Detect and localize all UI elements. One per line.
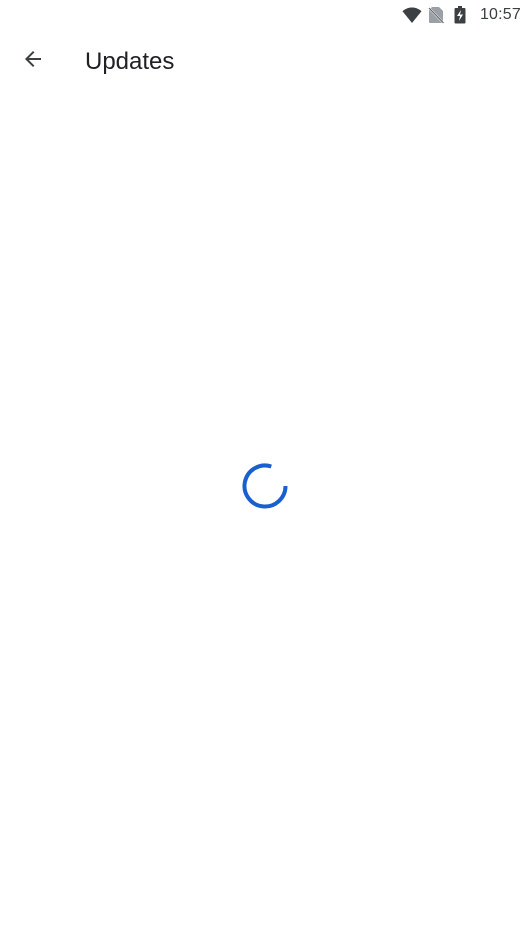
- status-bar: 10:57: [0, 0, 531, 30]
- status-time: 10:57: [479, 6, 521, 23]
- no-sim-icon: [428, 6, 446, 24]
- progress-spinner-icon: [241, 462, 289, 510]
- app-bar: Updates: [0, 30, 531, 94]
- wifi-icon: [402, 6, 422, 24]
- back-button[interactable]: [10, 38, 56, 84]
- status-icons: 10:57: [402, 4, 521, 26]
- battery-charging-icon: [454, 6, 472, 24]
- page-title: Updates: [85, 48, 175, 75]
- arrow-back-icon: [21, 47, 45, 76]
